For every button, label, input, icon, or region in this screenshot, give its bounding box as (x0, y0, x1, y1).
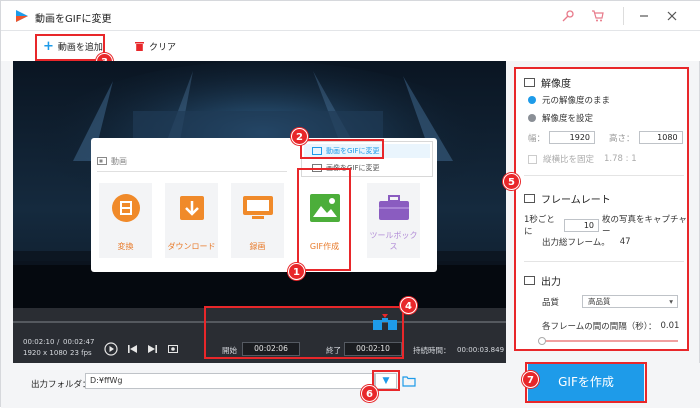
section-divider (97, 171, 287, 172)
title-bar: 動画をGIFに変更 (1, 1, 700, 31)
output-section-title: 出力 (524, 273, 561, 288)
panel-divider-2 (524, 261, 684, 262)
interval-row: 各フレームの間の間隔（秒）： 0.01 (542, 320, 679, 332)
height-field[interactable]: 1080 (638, 131, 683, 144)
current-time: 00:02:10 (23, 338, 55, 346)
aspect-label: 縦横比を固定 (543, 155, 595, 165)
snapshot-icon[interactable] (168, 344, 178, 353)
time-separator: / (57, 338, 60, 346)
toolbox-icon (379, 195, 409, 220)
next-frame-icon[interactable] (148, 345, 157, 353)
framerate-section-title: フレームレート (524, 191, 611, 206)
duration-value: 00:00:03.849 (457, 346, 505, 354)
height-label: 高さ： (609, 133, 635, 144)
open-folder-icon[interactable] (402, 375, 416, 387)
output-frames-label: 出力総フレーム。 (542, 238, 610, 248)
download-tile[interactable]: ダウンロード (165, 183, 218, 258)
highlight-box-7 (525, 362, 647, 403)
radio-unselected-icon (528, 114, 536, 122)
output-folder-field[interactable]: D:¥ffWg (85, 373, 375, 389)
duration-label: 持続時間： (413, 346, 451, 355)
film-icon (112, 194, 140, 222)
convert-tile[interactable]: 変換 (99, 183, 152, 258)
download-icon (180, 196, 204, 220)
width-label: 幅： (528, 133, 546, 144)
badge-2: 2 (291, 128, 308, 145)
record-label: 録画 (249, 242, 266, 251)
download-label: ダウンロード (167, 242, 216, 251)
badge-1: 1 (288, 263, 305, 280)
badge-4: 4 (400, 297, 417, 314)
output-title-text: 出力 (541, 277, 561, 288)
total-time: 00:02:47 (63, 338, 95, 346)
interval-slider-thumb[interactable] (538, 337, 546, 345)
output-icon (524, 276, 535, 285)
highlight-box-4 (204, 306, 404, 359)
output-frames-row: 出力総フレーム。 47 (542, 236, 631, 248)
panel-divider-1 (524, 175, 684, 176)
clear-label: クリア (149, 42, 177, 53)
cart-icon[interactable] (591, 9, 605, 23)
aspect-value: 1.78 : 1 (604, 154, 637, 164)
quality-select[interactable]: 高品質 ▾ (582, 295, 678, 308)
quality-row: 品質 高品質 ▾ (542, 295, 678, 308)
dropdown-arrow-icon: ▾ (669, 297, 673, 306)
resolution-icon (524, 78, 535, 87)
settings-panel: 解像度 元の解像度のまま 解像度を設定 幅： 1920 高さ： 1080 縦横比… (514, 67, 689, 351)
aspect-checkbox[interactable] (528, 154, 537, 164)
key-icon[interactable] (561, 9, 575, 23)
interval-label: 各フレームの間の間隔（秒）： (542, 322, 657, 332)
play-icon[interactable] (104, 342, 118, 356)
per-second-label: 1秒ごとに (524, 215, 555, 237)
close-icon[interactable] (665, 9, 679, 23)
quality-value: 高品質 (588, 297, 611, 306)
size-row: 幅： 1920 高さ： 1080 (528, 131, 683, 144)
screen-record-icon (243, 196, 273, 219)
toolbox-label: ツールボックス (369, 231, 418, 251)
set-resolution-label: 解像度を設定 (542, 114, 594, 124)
output-folder-label: 出力フォルダ： (31, 380, 91, 390)
output-frames-value: 47 (619, 237, 631, 247)
resolution-title-text: 解像度 (541, 79, 571, 90)
highlight-box-2 (300, 139, 384, 159)
window-title: 動画をGIFに変更 (35, 14, 112, 25)
keep-resolution-option[interactable]: 元の解像度のまま (528, 94, 610, 106)
video-section-label: 動画 (111, 157, 127, 166)
fps-info: 23 fps (70, 349, 92, 357)
highlight-box-1 (297, 168, 351, 271)
app-logo-icon (16, 10, 28, 22)
framerate-title-text: フレームレート (541, 195, 611, 206)
title-divider (623, 7, 624, 25)
minimize-icon[interactable] (637, 9, 651, 23)
resolution-section-title: 解像度 (524, 75, 571, 90)
quality-label: 品質 (542, 297, 560, 308)
badge-5: 5 (503, 173, 520, 190)
record-tile[interactable]: 録画 (231, 183, 284, 258)
radio-selected-icon (528, 96, 536, 104)
video-section-icon (97, 157, 107, 165)
clear-button[interactable]: クリア (135, 38, 176, 54)
convert-label: 変換 (117, 242, 134, 251)
interval-slider[interactable] (538, 337, 678, 345)
toolbox-tile[interactable]: ツールボックス (367, 183, 420, 258)
keep-resolution-label: 元の解像度のまま (542, 96, 611, 106)
capture-rate-row: 1秒ごとに 10 枚の写真をキャプチャー (524, 213, 687, 237)
framerate-icon (524, 194, 535, 203)
per-second-field[interactable]: 10 (563, 218, 599, 232)
badge-7: 7 (522, 371, 539, 388)
app-window: 動画をGIFに変更 + 動画を追加 クリア 動画 変換 ダウンロード 録画 GI… (0, 0, 700, 408)
badge-6: 6 (361, 385, 378, 402)
trash-icon (135, 42, 144, 51)
previous-frame-icon[interactable] (128, 345, 137, 353)
resolution-info: 1920 x 1080 (23, 349, 68, 357)
aspect-row[interactable]: 縦横比を固定 1.78 : 1 (528, 153, 637, 165)
output-folder-value: D:¥ffWg (90, 376, 123, 385)
set-resolution-option[interactable]: 解像度を設定 (528, 112, 593, 124)
width-field[interactable]: 1920 (549, 131, 596, 144)
highlight-box-3 (35, 34, 105, 61)
interval-value: 0.01 (660, 321, 680, 331)
per-second-suffix: 枚の写真をキャプチャー (602, 215, 687, 237)
